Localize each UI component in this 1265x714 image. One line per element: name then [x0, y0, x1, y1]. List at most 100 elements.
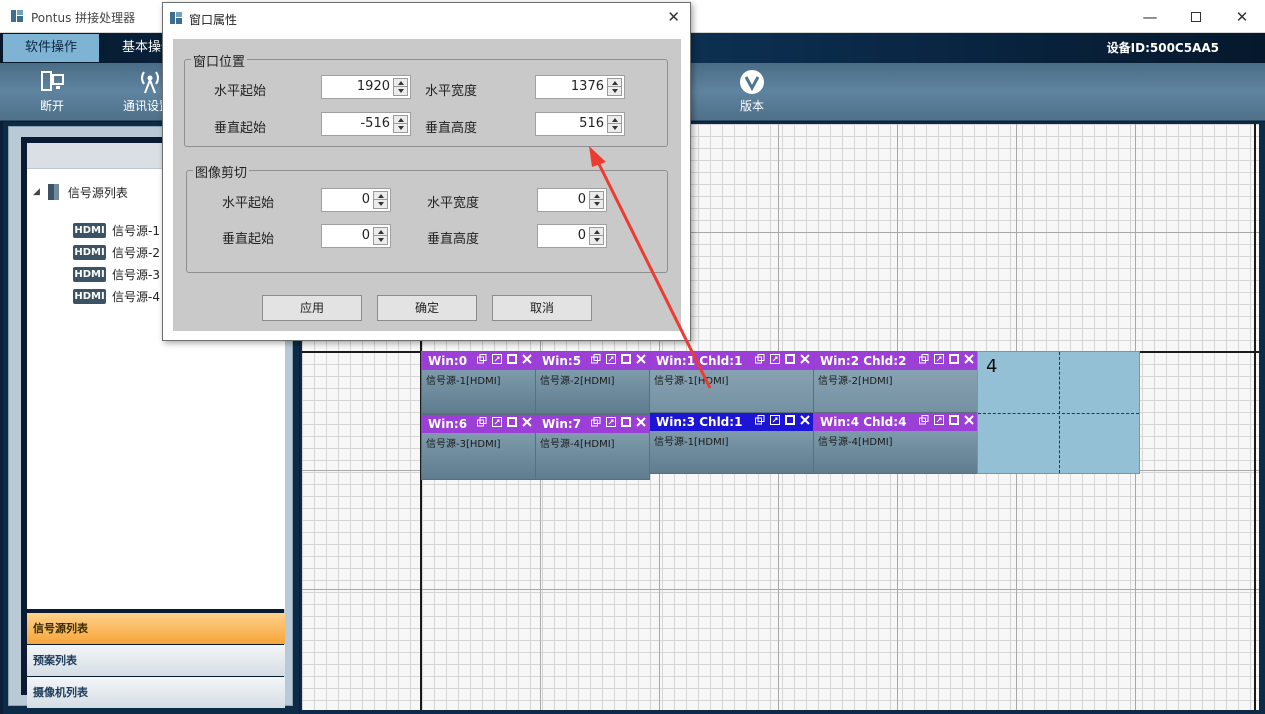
tree-root-signal-sources[interactable]: ◢ 信号源列表	[33, 183, 128, 201]
close-icon[interactable]	[522, 417, 532, 427]
copy-icon[interactable]	[919, 415, 929, 425]
close-icon[interactable]	[964, 415, 974, 425]
tree-item-source-2[interactable]: HDMI 信号源-2	[73, 243, 160, 261]
window-title-bar[interactable]: Win:1 Chld:1	[650, 352, 813, 370]
close-icon[interactable]	[522, 354, 532, 364]
position-v-height-input[interactable]: 516	[535, 112, 625, 136]
spin-up-icon[interactable]	[374, 192, 387, 200]
resize-icon[interactable]	[934, 354, 944, 364]
spin-down-icon[interactable]	[394, 124, 407, 132]
spin-down-icon[interactable]	[394, 87, 407, 95]
copy-icon[interactable]	[919, 354, 929, 364]
resize-icon[interactable]	[492, 417, 502, 427]
tree-item-source-4[interactable]: HDMI 信号源-4	[73, 287, 160, 305]
resize-icon[interactable]	[492, 354, 502, 364]
wall-window-empty[interactable]: 4	[977, 351, 1140, 474]
maximize-button[interactable]	[1173, 0, 1219, 33]
position-h-width-input[interactable]: 1376	[535, 75, 625, 99]
cancel-button[interactable]: 取消	[492, 295, 592, 321]
window-title-bar[interactable]: Win:7	[536, 415, 649, 433]
bottom-tab-cameras[interactable]: 摄像机列表	[27, 677, 285, 708]
ok-button[interactable]: 确定	[377, 295, 477, 321]
tree-item-source-1[interactable]: HDMI 信号源-1	[73, 221, 160, 239]
expand-arrow-icon[interactable]: ◢	[33, 187, 40, 197]
window-title-bar[interactable]: Win:0	[422, 352, 535, 370]
spinner-arrows[interactable]	[393, 115, 408, 133]
spin-up-icon[interactable]	[590, 228, 603, 236]
resize-icon[interactable]	[606, 417, 616, 427]
spin-up-icon[interactable]	[394, 79, 407, 87]
resize-icon[interactable]	[934, 415, 944, 425]
spin-up-icon[interactable]	[608, 116, 621, 124]
spin-up-icon[interactable]	[374, 228, 387, 236]
tab-software-operation[interactable]: 软件操作	[3, 34, 99, 62]
spin-down-icon[interactable]	[590, 236, 603, 244]
crop-v-start-input[interactable]: 0	[321, 224, 391, 248]
spinner-arrows[interactable]	[373, 227, 388, 245]
dialog-close-icon[interactable]: ✕	[667, 8, 680, 26]
window-title-bar[interactable]: Win:2 Chld:2	[814, 352, 977, 370]
copy-icon[interactable]	[477, 417, 487, 427]
window-title: Win:2 Chld:2	[820, 354, 907, 368]
spinner-arrows[interactable]	[589, 227, 604, 245]
maximize-icon[interactable]	[949, 415, 959, 425]
close-button[interactable]: ✕	[1219, 0, 1265, 33]
close-icon[interactable]	[964, 354, 974, 364]
crop-h-start-input[interactable]: 0	[321, 188, 391, 212]
wall-window-3[interactable]: Win:3 Chld:1 信号源-1[HDMI]	[649, 412, 814, 474]
window-title-bar[interactable]: Win:6	[422, 415, 535, 433]
close-icon[interactable]	[800, 415, 810, 425]
spinner-arrows[interactable]	[607, 78, 622, 96]
maximize-icon[interactable]	[949, 354, 959, 364]
copy-icon[interactable]	[755, 415, 765, 425]
version-button[interactable]: 版本	[720, 67, 784, 119]
bottom-tab-presets[interactable]: 预案列表	[27, 645, 285, 676]
crop-v-height-input[interactable]: 0	[537, 224, 607, 248]
window-title-bar[interactable]: Win:5	[536, 352, 649, 370]
window-title-bar[interactable]: Win:4 Chld:4	[814, 413, 977, 431]
position-h-start-input[interactable]: 1920	[321, 75, 411, 99]
close-icon[interactable]	[800, 354, 810, 364]
wall-window-4[interactable]: Win:4 Chld:4 信号源-4[HDMI]	[813, 412, 978, 474]
minimize-button[interactable]: —	[1127, 0, 1173, 33]
spinner-arrows[interactable]	[393, 78, 408, 96]
spin-down-icon[interactable]	[590, 200, 603, 208]
wall-window-6[interactable]: Win:6 信号源-3[HDMI]	[421, 414, 536, 480]
spin-down-icon[interactable]	[608, 124, 621, 132]
wall-window-7[interactable]: Win:7 信号源-4[HDMI]	[535, 414, 650, 480]
copy-icon[interactable]	[591, 417, 601, 427]
spinner-arrows[interactable]	[589, 191, 604, 209]
close-icon[interactable]	[636, 354, 646, 364]
maximize-icon[interactable]	[785, 354, 795, 364]
spin-down-icon[interactable]	[608, 87, 621, 95]
tree-item-source-3[interactable]: HDMI 信号源-3	[73, 265, 160, 283]
maximize-icon[interactable]	[621, 417, 631, 427]
spin-up-icon[interactable]	[590, 192, 603, 200]
copy-icon[interactable]	[477, 354, 487, 364]
resize-icon[interactable]	[770, 354, 780, 364]
dialog-title-bar[interactable]: 窗口属性 ✕	[163, 3, 690, 33]
apply-button[interactable]: 应用	[262, 295, 362, 321]
window-title-bar-selected[interactable]: Win:3 Chld:1	[650, 413, 813, 431]
maximize-icon[interactable]	[507, 417, 517, 427]
spin-up-icon[interactable]	[608, 79, 621, 87]
maximize-icon[interactable]	[507, 354, 517, 364]
spinner-arrows[interactable]	[373, 191, 388, 209]
resize-icon[interactable]	[770, 415, 780, 425]
copy-icon[interactable]	[755, 354, 765, 364]
spin-down-icon[interactable]	[374, 200, 387, 208]
bottom-tab-signal-sources[interactable]: 信号源列表	[27, 613, 285, 644]
close-icon[interactable]	[636, 417, 646, 427]
spin-down-icon[interactable]	[374, 236, 387, 244]
maximize-icon[interactable]	[621, 354, 631, 364]
maximize-icon[interactable]	[785, 415, 795, 425]
resize-icon[interactable]	[606, 354, 616, 364]
wall-window-0[interactable]: Win:0 信号源-1[HDMI]	[421, 351, 536, 414]
copy-icon[interactable]	[591, 354, 601, 364]
wall-window-5[interactable]: Win:5 信号源-2[HDMI]	[535, 351, 650, 414]
disconnect-button[interactable]: 断开	[20, 67, 84, 119]
spin-up-icon[interactable]	[394, 116, 407, 124]
spinner-arrows[interactable]	[607, 115, 622, 133]
position-v-start-input[interactable]: -516	[321, 112, 411, 136]
crop-h-width-input[interactable]: 0	[537, 188, 607, 212]
